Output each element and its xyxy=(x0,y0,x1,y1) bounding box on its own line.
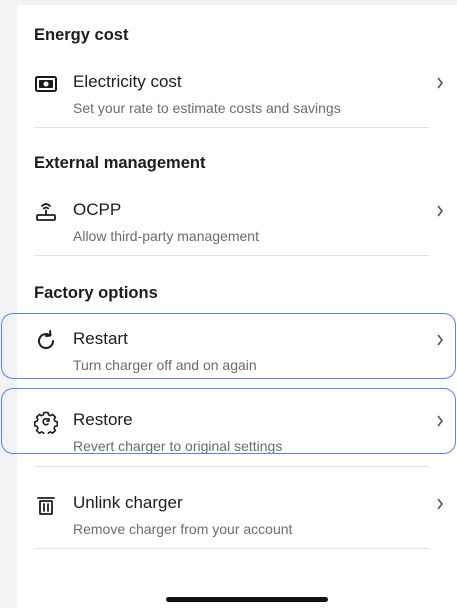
home-indicator[interactable] xyxy=(166,597,328,602)
trash-icon xyxy=(34,493,58,517)
section-title-factory-options: Factory options xyxy=(34,284,158,302)
divider xyxy=(34,127,429,128)
divider xyxy=(34,466,429,467)
settings-panel: Energy cost Electricity cost Set your ra… xyxy=(17,5,457,608)
antenna-icon xyxy=(34,200,58,224)
settings-row-electricity-cost[interactable]: Electricity cost Set your rate to estima… xyxy=(17,63,457,137)
row-description: Allow third-party management xyxy=(73,228,259,244)
row-label: OCPP xyxy=(73,200,122,219)
row-description: Set your rate to estimate costs and savi… xyxy=(73,100,341,116)
focus-ring-restore xyxy=(1,388,456,454)
section-title-energy-cost: Energy cost xyxy=(34,26,129,44)
divider xyxy=(34,255,429,256)
divider xyxy=(34,548,429,549)
settings-row-unlink-charger[interactable]: Unlink charger Remove charger from your … xyxy=(17,484,457,558)
chevron-right-icon xyxy=(435,496,445,512)
chevron-right-icon xyxy=(435,203,445,219)
cash-icon xyxy=(34,72,58,96)
row-description: Remove charger from your account xyxy=(73,521,293,537)
chevron-right-icon xyxy=(435,75,445,91)
section-title-external-management: External management xyxy=(34,154,206,172)
focus-ring-restart xyxy=(1,313,456,379)
row-label: Unlink charger xyxy=(73,493,183,512)
settings-row-ocpp[interactable]: OCPP Allow third-party management xyxy=(17,191,457,265)
row-label: Electricity cost xyxy=(73,72,182,91)
